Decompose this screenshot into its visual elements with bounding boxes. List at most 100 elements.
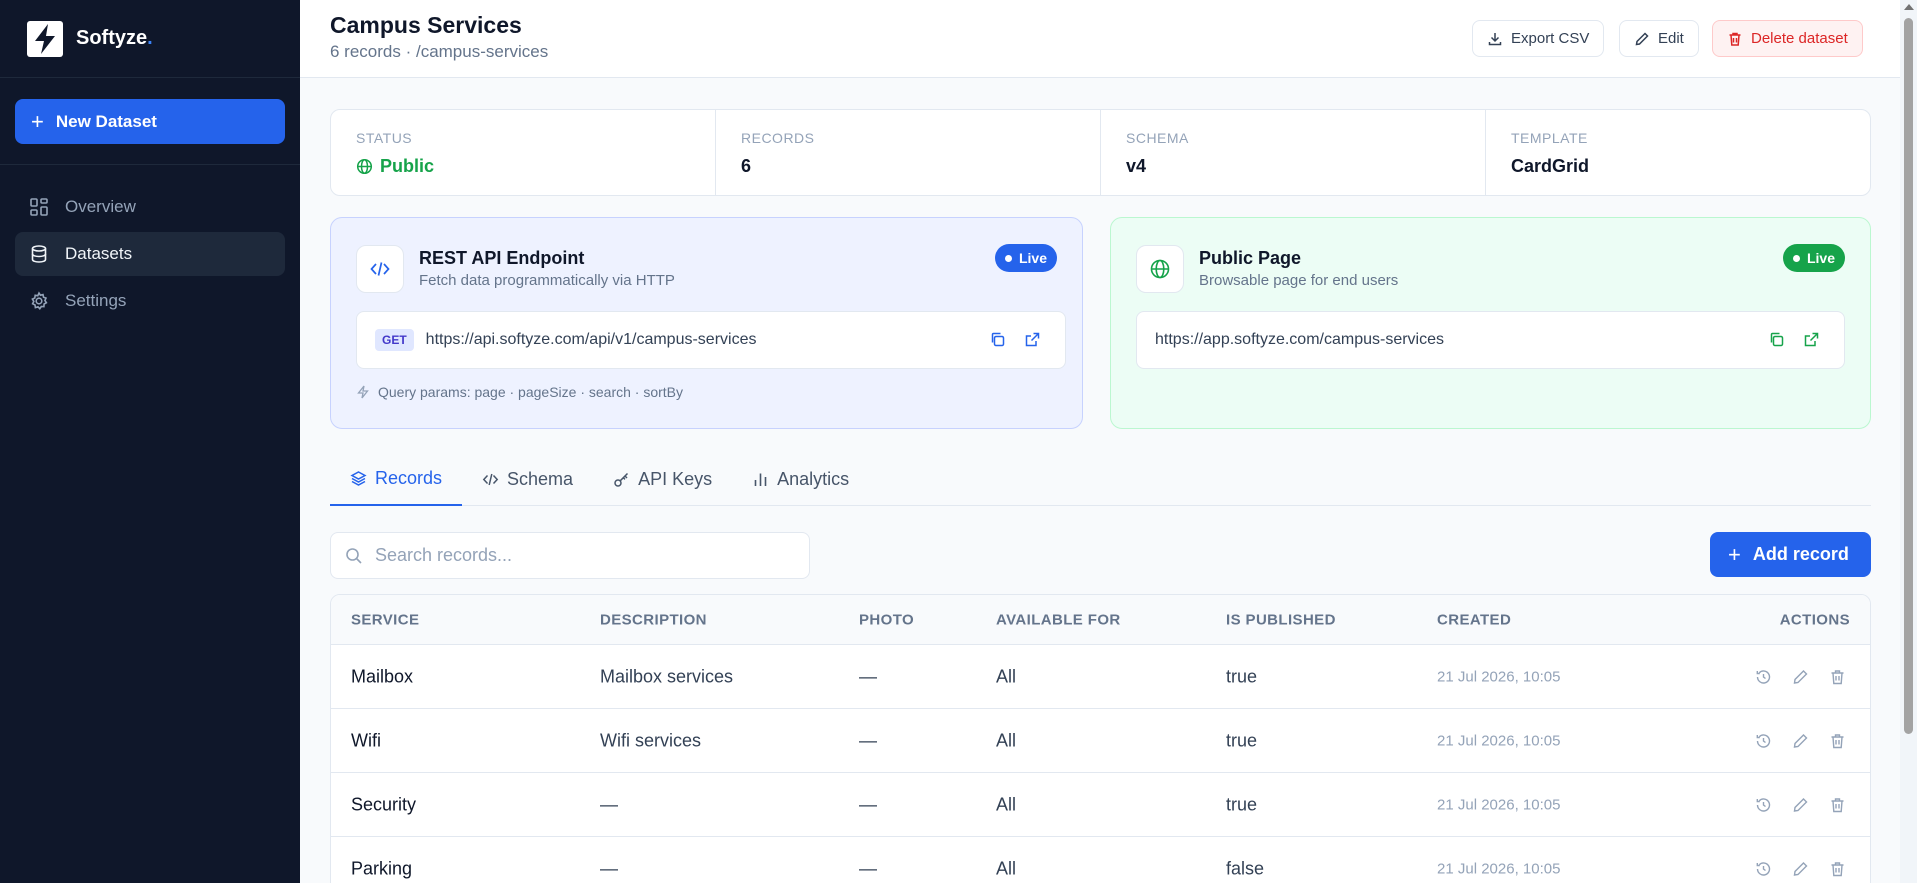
cell-is-published: false	[1226, 858, 1265, 878]
url-actions	[989, 331, 1041, 348]
tab-label: Analytics	[777, 468, 850, 489]
history-icon[interactable]	[1755, 668, 1772, 685]
table-row[interactable]: Wifi Wifi services — All true 21 Jul 202…	[331, 709, 1870, 773]
cell-description: Wifi services	[600, 730, 702, 750]
brand[interactable]: Softyze.	[0, 0, 300, 78]
row-actions	[1755, 732, 1846, 749]
tab-label: Records	[375, 467, 443, 488]
history-icon[interactable]	[1755, 732, 1772, 749]
pencil-icon[interactable]	[1792, 796, 1809, 813]
row-actions	[1755, 860, 1846, 877]
column-header-service[interactable]: SERVICE	[351, 611, 419, 628]
scrollbar-thumb[interactable]	[1904, 18, 1913, 734]
export-csv-button[interactable]: Export CSV	[1472, 20, 1605, 57]
trash-icon[interactable]	[1829, 796, 1846, 813]
code-icon-box	[356, 245, 404, 293]
code-icon	[370, 262, 390, 276]
history-icon[interactable]	[1755, 796, 1772, 813]
dataset-tabs: Records Schema API Keys Analytics	[330, 452, 1871, 506]
tab-api-keys[interactable]: API Keys	[593, 452, 732, 506]
tab-schema[interactable]: Schema	[462, 452, 593, 506]
globe-icon	[356, 158, 373, 175]
tab-label: API Keys	[638, 468, 713, 489]
column-header-is-published[interactable]: IS PUBLISHED	[1226, 611, 1336, 628]
url-actions	[1768, 331, 1820, 348]
cell-created: 21 Jul 2026, 10:05	[1437, 796, 1561, 813]
database-icon	[31, 245, 47, 263]
cell-available-for: All	[996, 666, 1017, 686]
sidebar-item-overview[interactable]: Overview	[15, 185, 285, 229]
trash-icon[interactable]	[1829, 860, 1846, 877]
tab-records[interactable]: Records	[330, 452, 463, 506]
table-row[interactable]: Mailbox Mailbox services — All true 21 J…	[331, 645, 1870, 709]
pencil-icon[interactable]	[1792, 668, 1809, 685]
live-badge: Live	[994, 244, 1057, 272]
sidebar-item-settings[interactable]: Settings	[15, 279, 285, 323]
live-badge-label: Live	[1806, 250, 1835, 266]
external-link-icon[interactable]	[1803, 331, 1820, 348]
sidebar-item-label: Datasets	[65, 244, 133, 263]
copy-icon[interactable]	[989, 331, 1006, 348]
column-header-photo[interactable]: PHOTO	[859, 611, 914, 628]
gear-icon	[31, 291, 48, 310]
column-header-created[interactable]: CREATED	[1437, 611, 1511, 628]
search-input[interactable]	[375, 545, 795, 566]
stat-label: STATUS	[356, 130, 413, 146]
scroll-up-arrow-icon[interactable]	[1904, 4, 1914, 10]
tab-analytics[interactable]: Analytics	[732, 452, 869, 506]
search-box	[330, 532, 810, 579]
card-title: REST API Endpoint	[419, 248, 585, 268]
trash-icon[interactable]	[1829, 732, 1846, 749]
cell-service: Security	[351, 794, 417, 814]
scrollbar[interactable]	[1900, 0, 1917, 883]
rest-api-card: REST API Endpoint Fetch data programmati…	[330, 217, 1083, 429]
trash-icon[interactable]	[1829, 668, 1846, 685]
cell-available-for: All	[996, 794, 1017, 814]
live-dot-icon	[1004, 254, 1012, 262]
stat-value: v4	[1126, 156, 1147, 176]
trash-icon	[1729, 32, 1741, 46]
column-header-available-for[interactable]: AVAILABLE FOR	[996, 611, 1121, 628]
export-csv-label: Export CSV	[1511, 30, 1590, 47]
edit-button[interactable]: Edit	[1619, 20, 1699, 57]
pencil-icon[interactable]	[1792, 732, 1809, 749]
query-params-hint: Query params: page · pageSize · search ·…	[356, 384, 683, 400]
stat-label: RECORDS	[741, 130, 815, 146]
copy-icon[interactable]	[1768, 331, 1785, 348]
new-dataset-button[interactable]: + New Dataset	[15, 99, 285, 144]
add-record-button[interactable]: + Add record	[1710, 532, 1871, 577]
cell-service: Wifi	[351, 730, 381, 750]
table-row[interactable]: Security — — All true 21 Jul 2026, 10:05	[331, 773, 1870, 837]
main-content: Campus Services 6 records · /campus-serv…	[300, 0, 1900, 883]
cell-is-published: true	[1226, 794, 1258, 814]
row-actions	[1755, 796, 1846, 813]
key-icon	[614, 472, 629, 487]
cell-service: Parking	[351, 858, 413, 878]
download-icon	[1488, 32, 1502, 45]
brand-name: Softyze.	[76, 27, 153, 49]
cell-available-for: All	[996, 730, 1017, 750]
card-subtitle: Browsable page for end users	[1199, 272, 1399, 289]
logo-icon	[27, 20, 63, 57]
stats-bar: STATUS Public RECORDS 6 SCHEMA v4 TEMPLA…	[330, 109, 1871, 196]
sidebar-item-label: Settings	[65, 291, 127, 310]
column-header-description[interactable]: DESCRIPTION	[600, 611, 707, 628]
cell-is-published: true	[1226, 666, 1258, 686]
row-actions	[1755, 668, 1846, 685]
table-row[interactable]: Parking — — All false 21 Jul 2026, 10:05	[331, 837, 1870, 883]
pencil-icon	[1635, 31, 1649, 45]
stat-records: RECORDS 6	[716, 110, 1101, 195]
bar-chart-icon	[754, 473, 767, 486]
delete-dataset-button[interactable]: Delete dataset	[1712, 20, 1863, 57]
history-icon[interactable]	[1755, 860, 1772, 877]
cell-created: 21 Jul 2026, 10:05	[1437, 668, 1561, 685]
code-icon	[482, 473, 499, 485]
pencil-icon[interactable]	[1792, 860, 1809, 877]
plus-icon: +	[31, 108, 44, 134]
records-table: SERVICE DESCRIPTION PHOTO AVAILABLE FOR …	[330, 594, 1871, 883]
layers-icon	[350, 470, 367, 486]
sidebar-item-datasets[interactable]: Datasets	[15, 232, 285, 276]
external-link-icon[interactable]	[1024, 331, 1041, 348]
stat-value: CardGrid	[1511, 156, 1590, 176]
card-subtitle: Fetch data programmatically via HTTP	[419, 272, 675, 289]
